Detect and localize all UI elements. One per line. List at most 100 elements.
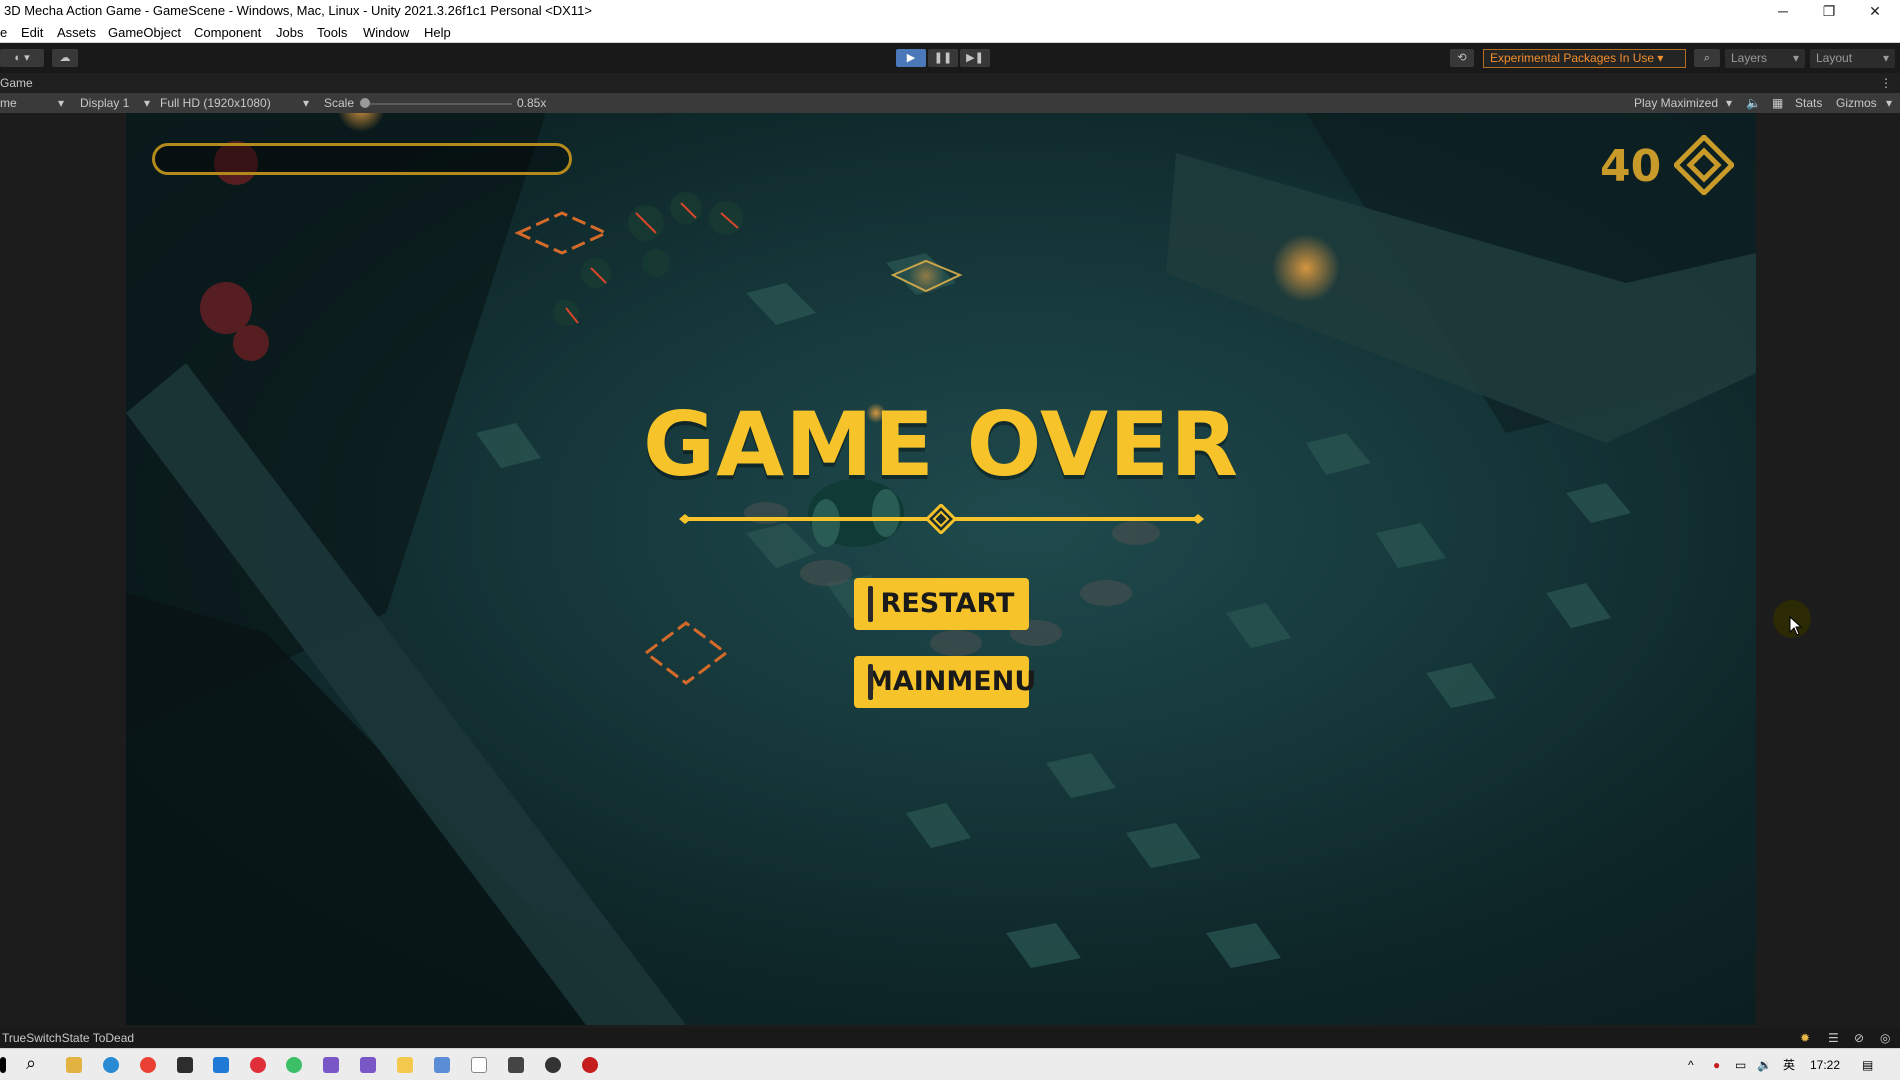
button-accent [868,664,873,700]
layers-dropdown[interactable]: Layers ▾ [1725,49,1805,68]
stats-button[interactable]: Stats [1795,93,1822,113]
pause-button[interactable]: ❚❚ [928,49,958,67]
account-icon: ◐ ▾ [14,52,30,64]
menu-component[interactable]: Component [194,22,261,43]
search-button[interactable]: ⌕ [1694,49,1720,67]
close-button[interactable]: ✕ [1852,0,1898,22]
main-menu-button[interactable]: MAINMENU [854,656,1036,708]
account-dropdown[interactable]: ◐ ▾ [0,49,44,67]
play-icon: ▶ [906,52,916,64]
chevron-down-icon: ▾ [58,96,65,110]
netease-music-icon[interactable] [250,1057,266,1073]
minimize-button[interactable]: ─ [1760,0,1806,22]
chevron-down-icon: ▾ [1886,96,1893,110]
score-value: 40 [1600,141,1662,192]
cloud-button[interactable]: ☁ [52,49,78,67]
terminal-icon[interactable] [177,1057,193,1073]
play-maximized-dropdown[interactable]: Play Maximized [1634,93,1718,113]
scale-slider-handle[interactable] [360,98,370,108]
window-title: 3D Mecha Action Game - GameScene - Windo… [4,3,592,18]
menu-window[interactable]: Window [363,22,409,43]
unity-hub-icon[interactable] [508,1057,524,1073]
health-bar [152,143,572,175]
tray-expand-icon[interactable]: ^ [1688,1049,1694,1080]
console-message[interactable]: TrueSwitchState ToDead [2,1028,134,1048]
restart-button[interactable]: RESTART [854,578,1029,630]
cloud-icon: ☁ [59,52,71,64]
sticky-notes-icon[interactable] [397,1057,413,1073]
bug-icon[interactable]: ✹ [1800,1028,1810,1048]
mainmenu-label: MAINMENU [866,666,1037,697]
app-icon[interactable] [434,1057,450,1073]
status-bar: TrueSwitchState ToDead ✹ ☰ ⊘ ◎ [0,1028,1900,1048]
ime-indicator[interactable]: 英 [1783,1049,1795,1080]
scale-value: 0.85x [517,96,547,110]
edge-browser-icon[interactable] [103,1057,119,1073]
recording-icon[interactable]: ● [1713,1049,1720,1080]
chevron-down-icon: ▾ [1882,51,1889,65]
button-accent [868,586,873,622]
menu-bar: e Edit Assets GameObject Component Jobs … [0,22,1900,43]
play-button[interactable]: ▶ [896,49,926,67]
battery-icon[interactable]: ▭ [1735,1049,1746,1080]
layers-stack-icon[interactable]: ☰ [1828,1028,1839,1048]
chevron-down-icon: ▾ [1792,51,1799,65]
scene-background [126,113,1756,1025]
tab-game[interactable]: Game [0,73,33,93]
menu-jobs[interactable]: Jobs [276,22,303,43]
clock[interactable]: 17:22 [1810,1049,1840,1080]
wechat-icon[interactable] [286,1057,302,1073]
restore-button[interactable]: ❐ [1806,0,1852,22]
network-icon[interactable]: ⊘ [1854,1028,1864,1048]
game-over-title: GAME OVER [642,393,1240,496]
more-options-icon[interactable]: ⋮ [1880,73,1892,93]
volume-icon[interactable]: 🔉 [1757,1049,1772,1080]
recorder-icon[interactable] [582,1057,598,1073]
pause-icon: ❚❚ [933,52,953,64]
step-button[interactable]: ▶❚ [960,49,990,67]
game-mode-dropdown[interactable]: me [0,93,17,113]
search-icon: ⌕ [1703,52,1711,64]
mute-audio-icon[interactable]: 🔈 [1746,93,1761,113]
search-icon[interactable]: ⌕ [26,1053,36,1074]
game-viewport[interactable]: 40 GAME OVER RESTART MAINMENU [0,113,1900,1028]
display-dropdown[interactable]: Display 1 [80,93,129,113]
typora-icon[interactable] [471,1057,487,1073]
menu-assets[interactable]: Assets [57,22,96,43]
start-icon[interactable] [0,1057,6,1073]
scale-slider-track[interactable] [364,103,512,105]
visual-studio-icon[interactable] [323,1057,339,1073]
resolution-dropdown[interactable]: Full HD (1920x1080) [160,93,271,113]
frame-debug-icon[interactable]: ▦ [1772,93,1783,113]
chevron-down-icon: ▾ [1726,96,1733,110]
chevron-down-icon: ▾ [303,96,310,110]
file-explorer-icon[interactable] [66,1057,82,1073]
mouse-cursor-icon [1789,616,1803,636]
menu-gameobject[interactable]: GameObject [108,22,181,43]
menu-tools[interactable]: Tools [317,22,347,43]
notifications-icon[interactable]: ▤ [1862,1049,1873,1080]
game-scene[interactable]: 40 GAME OVER RESTART MAINMENU [126,113,1756,1025]
step-icon: ▶❚ [966,52,984,64]
windows-taskbar: ⌕ ^ ● ▭ 🔉 英 17:22 ▤ [0,1048,1900,1080]
gem-icon [1674,135,1734,195]
menu-file[interactable]: e [0,22,7,43]
menu-edit[interactable]: Edit [21,22,43,43]
visual-studio-2-icon[interactable] [360,1057,376,1073]
menu-help[interactable]: Help [424,22,451,43]
title-divider [679,504,1204,534]
progress-icon[interactable]: ◎ [1880,1028,1890,1048]
chevron-down-icon: ▾ [144,96,151,110]
history-icon: ⟲ [1457,52,1467,64]
history-button[interactable]: ⟲ [1450,49,1474,67]
experimental-packages-dropdown[interactable]: Experimental Packages In Use ▾ [1483,49,1686,68]
game-view-toolbar: me ▾ Display 1 ▾ Full HD (1920x1080) ▾ S… [0,93,1900,113]
chrome-icon[interactable] [140,1057,156,1073]
vscode-icon[interactable] [213,1057,229,1073]
unity-icon[interactable] [545,1057,561,1073]
layout-dropdown[interactable]: Layout ▾ [1810,49,1895,68]
score-display: 40 [1600,141,1661,192]
restart-label: RESTART [880,588,1015,619]
main-toolbar: ◐ ▾ ☁ ▶ ❚❚ ▶❚ ⟲ Experimental Packages In… [0,43,1900,73]
gizmos-button[interactable]: Gizmos [1836,93,1877,113]
